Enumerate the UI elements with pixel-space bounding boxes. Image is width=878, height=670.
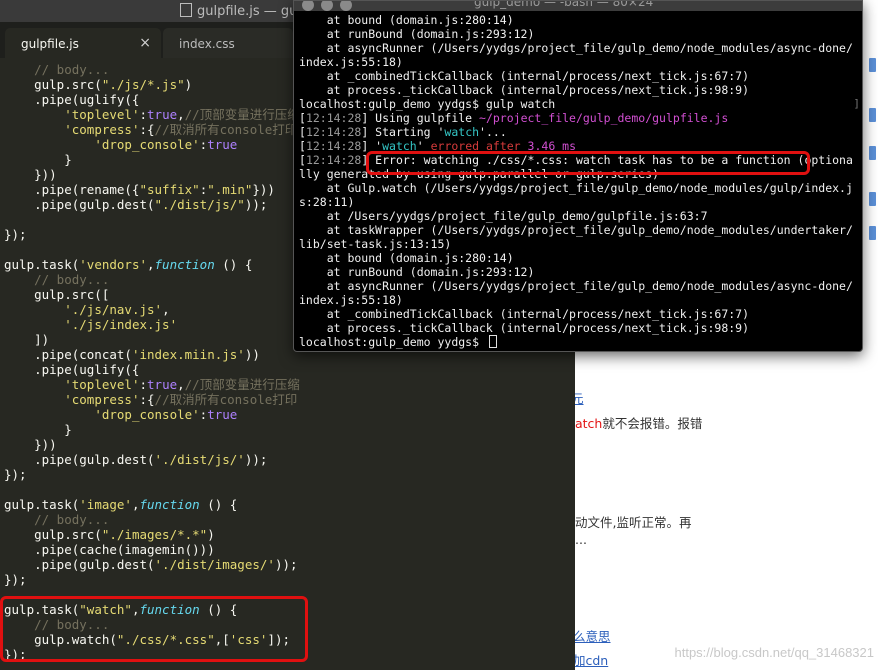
tab-gulpfile[interactable]: gulpfile.js × bbox=[5, 28, 161, 58]
close-window-button[interactable] bbox=[302, 1, 314, 11]
terminal-line: at asyncRunner (/Users/yydgs/project_fil… bbox=[299, 41, 853, 55]
terminal-window[interactable]: gulp_demo — -bash — 80×24 at bound (doma… bbox=[293, 0, 863, 352]
terminal-line: at runBound (domain.js:293:12) bbox=[299, 27, 535, 41]
terminal-line: at bound (domain.js:280:14) bbox=[299, 13, 514, 27]
zoom-window-button[interactable] bbox=[340, 1, 352, 11]
code-line: .pipe(uglify({ bbox=[4, 362, 140, 377]
terminal-line: lly generated by using gulp.parallel or … bbox=[299, 167, 660, 181]
terminal-line: index.js:55:18) bbox=[299, 293, 403, 307]
document-icon bbox=[180, 3, 192, 17]
code-line: gulp.src("./images/*.*") bbox=[4, 527, 215, 542]
terminal-line: at asyncRunner (/Users/yydgs/project_fil… bbox=[299, 279, 853, 293]
sidebar-bookmark-icon[interactable] bbox=[869, 108, 876, 122]
window-title: gulpfile.js — gul bbox=[180, 3, 301, 19]
terminal-line: at _combinedTickCallback (internal/proce… bbox=[299, 307, 750, 321]
sidebar-bookmark-icon[interactable] bbox=[869, 146, 876, 160]
terminal-line: localhost:gulp_demo yydgs$ gulp watch bbox=[299, 97, 556, 111]
terminal-ruler-mark: ] bbox=[853, 97, 860, 110]
terminal-line: s:28:11) bbox=[299, 195, 355, 209]
terminal-line: [12:14:28] Error: watching ./css/*.css: … bbox=[299, 153, 853, 167]
terminal-line: at Gulp.watch (/Users/yydgs/project_file… bbox=[299, 181, 853, 195]
article-text-line: ... bbox=[575, 532, 587, 547]
sidebar-bookmark-icon[interactable] bbox=[869, 58, 876, 72]
article-text-line: 动文件,监听正常。再 bbox=[575, 515, 692, 530]
terminal-line: at taskWrapper (/Users/yydgs/project_fil… bbox=[299, 223, 853, 237]
code-line: }); bbox=[4, 572, 27, 587]
close-tab-icon[interactable]: × bbox=[139, 35, 151, 51]
code-line: } bbox=[4, 422, 72, 437]
keyword-fragment: atch bbox=[575, 416, 603, 431]
tab-label: index.css bbox=[179, 37, 235, 51]
code-line: }); bbox=[4, 647, 27, 662]
related-link-2[interactable]: 加cdn bbox=[573, 650, 608, 669]
terminal-line: index.js:55:18) bbox=[299, 55, 403, 69]
code-line: 'toplevel':true,//顶部变量进行压缩 bbox=[64, 377, 300, 392]
code-line: })) bbox=[4, 437, 57, 452]
code-line: gulp.task('image',function () { bbox=[4, 497, 238, 512]
watermark-text: https://blog.csdn.net/qq_31468321 bbox=[674, 645, 875, 660]
terminal-line: [12:14:28] Using gulpfile ~/project_file… bbox=[299, 111, 729, 125]
tab-label: gulpfile.js bbox=[21, 37, 79, 51]
terminal-line: at process._tickCallback (internal/proce… bbox=[299, 83, 750, 97]
related-link-1[interactable]: 么意思 bbox=[573, 626, 611, 645]
terminal-line: at runBound (domain.js:293:12) bbox=[299, 265, 535, 279]
code-line: }); bbox=[4, 467, 27, 482]
terminal-line: [12:14:28] Starting 'watch'... bbox=[299, 125, 507, 139]
code-line: .pipe(cache(imagemin())) bbox=[4, 542, 215, 557]
terminal-line: at process._tickCallback (internal/proce… bbox=[299, 321, 750, 335]
terminal-title-bar: gulp_demo — -bash — 80×24 bbox=[294, 1, 862, 11]
terminal-line: at /Users/yydgs/project_file/gulp_demo/g… bbox=[299, 209, 708, 223]
code-line: 'compress':{//取消所有console打印 bbox=[64, 392, 298, 407]
code-line: // body... bbox=[4, 617, 110, 632]
terminal-title: gulp_demo — -bash — 80×24 bbox=[474, 0, 654, 9]
code-line: gulp.watch("./css/*.css",['css']); bbox=[4, 632, 291, 647]
code-line: .pipe(gulp.dest('./dist/js/')); bbox=[4, 452, 268, 467]
terminal-line: lib/set-task.js:13:15) bbox=[299, 237, 452, 251]
terminal-cursor bbox=[488, 335, 497, 348]
code-line: .pipe(gulp.dest('./dist/images/')); bbox=[4, 557, 298, 572]
article-text-fragment: 就不会报错。报错 bbox=[602, 416, 703, 431]
terminal-line: at bound (domain.js:280:14) bbox=[299, 251, 514, 265]
sidebar-bookmark-icon[interactable] bbox=[869, 192, 876, 206]
tab-index-css[interactable]: index.css bbox=[163, 28, 293, 58]
terminal-output[interactable]: at bound (domain.js:280:14) at runBound … bbox=[299, 13, 861, 349]
code-line: 'drop_console':true bbox=[94, 407, 238, 422]
terminal-line: at _combinedTickCallback (internal/proce… bbox=[299, 69, 750, 83]
sidebar-bookmark-icon[interactable] bbox=[869, 226, 876, 240]
code-line: gulp.task("watch",function () { bbox=[4, 602, 238, 617]
terminal-line: localhost:gulp_demo yydgs$ bbox=[299, 335, 861, 349]
minimize-window-button[interactable] bbox=[321, 1, 333, 11]
code-line: // body... bbox=[4, 512, 110, 527]
terminal-line: [12:14:28] 'watch' errored after 3.46 ms bbox=[299, 139, 577, 153]
article-text-line: atch就不会报错。报错 bbox=[575, 413, 702, 432]
